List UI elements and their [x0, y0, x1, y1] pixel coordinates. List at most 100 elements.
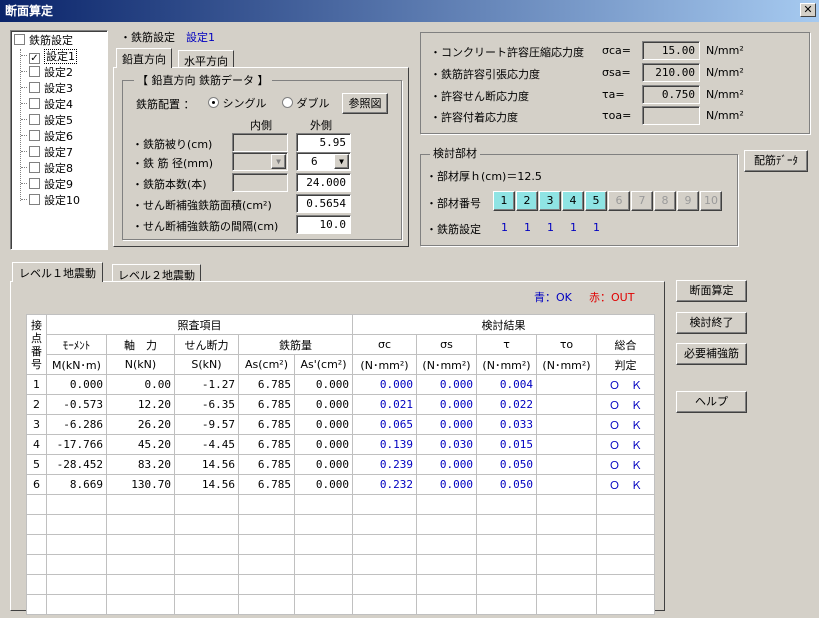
member-number-button-3[interactable]: 3	[539, 191, 561, 211]
chevron-down-icon[interactable]: ▼	[334, 154, 349, 169]
diameter-inner-select: ▼	[232, 152, 288, 171]
table-row[interactable]: 4 -17.766 45.20 -4.45 6.785 0.000 0.139 0.030 0.…	[26, 434, 655, 455]
tree-item-checkbox[interactable]	[29, 130, 40, 141]
tree-item-setting-8[interactable]: 設定8	[21, 161, 73, 177]
axial-unit: N(kN)	[106, 354, 175, 375]
close-button[interactable]: ✕	[800, 3, 816, 17]
member-setting-value: 1	[524, 221, 531, 234]
tab-level2[interactable]: レベル２地震動	[112, 264, 201, 282]
member-number-button-1[interactable]: 1	[493, 191, 515, 211]
empty-row	[26, 534, 655, 555]
side-button-1[interactable]: 検討終了	[676, 312, 747, 334]
member-setting-value: 1	[501, 221, 508, 234]
cell-as2: 0.000	[294, 434, 353, 455]
table-row[interactable]: 1 0.000 0.00 -1.27 6.785 0.000 0.000 0.000 0.004…	[26, 374, 655, 395]
cell-ss: 0.030	[416, 434, 477, 455]
tree-item-setting-10[interactable]: 設定10	[21, 193, 80, 209]
moment-unit: M(kN･m)	[46, 354, 107, 375]
single-radio-dot[interactable]	[208, 97, 219, 108]
single-radio[interactable]: シングル	[208, 95, 267, 111]
tree-item-setting-9[interactable]: 設定9	[21, 177, 73, 193]
tree-root-checkbox[interactable]	[14, 34, 25, 45]
count-outer-field[interactable]: 24.000	[296, 173, 351, 192]
cell-n: 4	[26, 434, 47, 455]
member-number-button-5[interactable]: 5	[585, 191, 607, 211]
tree-item-setting-6[interactable]: 設定6	[21, 129, 73, 145]
tree-connector	[21, 135, 27, 136]
cell-j: Ｏ Ｋ	[596, 454, 655, 475]
tree-item-checkbox[interactable]	[29, 98, 40, 109]
tree-item-setting-1[interactable]: ✓ 設定1	[21, 49, 77, 65]
legend-out: 赤：OUT	[589, 291, 635, 304]
cell-t: 0.022	[476, 394, 537, 415]
empty-row	[26, 494, 655, 515]
settings-label: ・鉄筋設定	[120, 31, 175, 44]
cell-to	[536, 374, 597, 395]
member-number-button-10[interactable]: 10	[700, 191, 722, 211]
cell-to	[536, 434, 597, 455]
rebar-data-button[interactable]: 配筋ﾃﾞｰﾀ	[744, 150, 808, 172]
tree-item-checkbox[interactable]: ✓	[29, 53, 40, 64]
double-radio[interactable]: ダブル	[282, 95, 330, 111]
table-row[interactable]: 6 8.669 130.70 14.56 6.785 0.000 0.232 0.000 0.0…	[26, 474, 655, 495]
ss-unit: (N･mm²)	[416, 354, 477, 375]
settings-tree[interactable]: 鉄筋設定 ✓ 設定1 設定2 設定3 設定4 設定5 設定6 設定7 設定8 設定9 設定10	[10, 30, 108, 250]
stress-unit: N/mm²	[706, 88, 744, 101]
shear-spacing-field[interactable]: 10.0	[296, 215, 351, 234]
cell-m: -6.286	[46, 414, 107, 435]
member-number-button-8[interactable]: 8	[654, 191, 676, 211]
tree-item-label: 設定5	[44, 114, 73, 127]
title-bar: 断面算定	[0, 0, 819, 22]
empty-row	[26, 594, 655, 615]
cell-n: 2	[26, 394, 47, 415]
reference-figure-button[interactable]: 参照図	[342, 93, 388, 114]
cell-as2: 0.000	[294, 374, 353, 395]
tree-item-label: 設定8	[44, 162, 73, 175]
tree-item-checkbox[interactable]	[29, 146, 40, 157]
cell-m: -0.573	[46, 394, 107, 415]
member-number-button-4[interactable]: 4	[562, 191, 584, 211]
member-number-button-9[interactable]: 9	[677, 191, 699, 211]
tree-item-checkbox[interactable]	[29, 162, 40, 173]
stress-label: ・コンクリート許容圧縮応力度	[430, 46, 584, 59]
tree-item-setting-7[interactable]: 設定7	[21, 145, 73, 161]
stress-label: ・許容せん断応力度	[430, 90, 529, 103]
tree-item-setting-4[interactable]: 設定4	[21, 97, 73, 113]
tree-root[interactable]: 鉄筋設定	[14, 33, 73, 49]
member-number-button-6[interactable]: 6	[608, 191, 630, 211]
settings-current: 設定1	[186, 31, 215, 44]
cell-t: 0.015	[476, 434, 537, 455]
tree-connector	[21, 199, 27, 200]
cell-t: 0.050	[476, 474, 537, 495]
table-row[interactable]: 2 -0.573 12.20 -6.35 6.785 0.000 0.021 0.000 0.0…	[26, 394, 655, 415]
stress-unit: N/mm²	[706, 66, 744, 79]
cover-outer-field[interactable]: 5.95	[296, 133, 351, 152]
tree-item-label: 設定1	[44, 49, 77, 64]
cell-m: 8.669	[46, 474, 107, 495]
member-number-button-7[interactable]: 7	[631, 191, 653, 211]
tab-vertical[interactable]: 鉛直方向	[116, 48, 172, 68]
cover-label: ・鉄筋被り(cm)	[132, 138, 213, 151]
tab-horizontal[interactable]: 水平方向	[178, 50, 234, 68]
stress-value-field: 210.00	[642, 63, 700, 82]
tree-item-setting-5[interactable]: 設定5	[21, 113, 73, 129]
table-row[interactable]: 3 -6.286 26.20 -9.57 6.785 0.000 0.065 0.000 0.0…	[26, 414, 655, 435]
legend-ok: 青：OK	[534, 291, 572, 304]
tree-item-setting-3[interactable]: 設定3	[21, 81, 73, 97]
table-row[interactable]: 5 -28.452 83.20 14.56 6.785 0.000 0.239 0.000 0.…	[26, 454, 655, 475]
double-radio-dot[interactable]	[282, 97, 293, 108]
diameter-outer-select[interactable]: 6 ▼	[296, 152, 351, 171]
shear-area-field[interactable]: 0.5654	[296, 194, 351, 213]
tree-item-checkbox[interactable]	[29, 178, 40, 189]
tree-item-checkbox[interactable]	[29, 66, 40, 77]
member-number-button-2[interactable]: 2	[516, 191, 538, 211]
stress-value-field: 0.750	[642, 85, 700, 104]
tab-level1[interactable]: レベル１地震動	[12, 262, 103, 282]
tree-item-checkbox[interactable]	[29, 114, 40, 125]
tree-item-setting-2[interactable]: 設定2	[21, 65, 73, 81]
side-button-3[interactable]: ヘルプ	[676, 391, 747, 413]
side-button-0[interactable]: 断面算定	[676, 280, 747, 302]
side-button-2[interactable]: 必要補強筋	[676, 343, 747, 365]
tree-item-checkbox[interactable]	[29, 194, 40, 205]
tree-item-checkbox[interactable]	[29, 82, 40, 93]
